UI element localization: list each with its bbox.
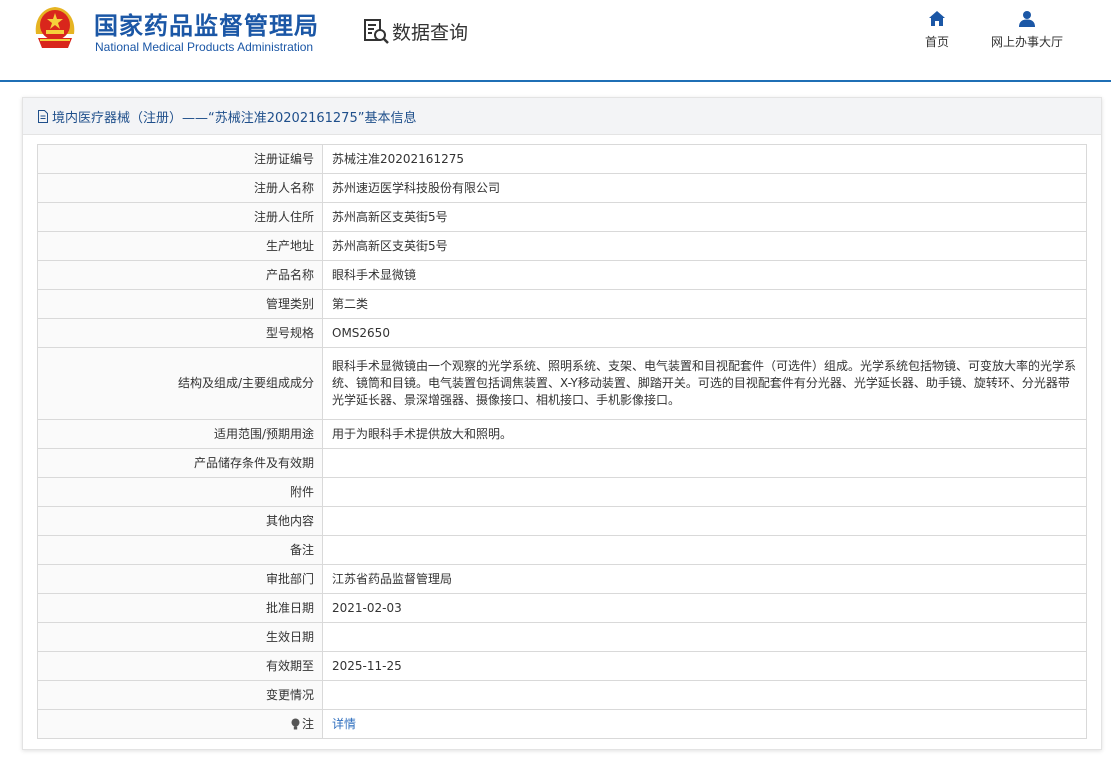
field-value	[322, 622, 1087, 652]
field-label: 批准日期	[37, 593, 323, 623]
field-value: OMS2650	[322, 318, 1087, 348]
site-header: 国家药品监督管理局 National Medical Products Admi…	[0, 0, 1111, 80]
field-label: 注册人住所	[37, 202, 323, 232]
table-row: 注册人名称 苏州速迈医学科技股份有限公司	[37, 173, 1087, 203]
field-label: 生效日期	[37, 622, 323, 652]
field-value	[322, 477, 1087, 507]
national-emblem-icon	[35, 7, 75, 48]
field-label: 变更情况	[37, 680, 323, 710]
field-value: 眼科手术显微镜由一个观察的光学系统、照明系统、支架、电气装置和目视配套件（可选件…	[322, 347, 1087, 420]
home-icon	[929, 11, 945, 26]
field-value	[322, 680, 1087, 710]
table-row: 批准日期 2021-02-03	[37, 593, 1087, 623]
nav-online-hall-label: 网上办事大厅	[990, 35, 1063, 49]
table-row: 生效日期	[37, 622, 1087, 652]
field-value: 2021-02-03	[322, 593, 1087, 623]
table-row: 生产地址 苏州高新区支英街5号	[37, 231, 1087, 261]
note-label-cell: 注	[37, 709, 323, 739]
panel-title: 境内医疗器械（注册）——“苏械注准20202161275”基本信息	[52, 110, 417, 126]
field-label: 结构及组成/主要组成成分	[37, 347, 323, 420]
field-label: 注册人名称	[37, 173, 323, 203]
user-icon	[1019, 11, 1035, 27]
table-row: 注册人住所 苏州高新区支英街5号	[37, 202, 1087, 232]
org-name-en: National Medical Products Administration	[95, 40, 314, 54]
table-row: 产品名称 眼科手术显微镜	[37, 260, 1087, 290]
field-value: 2025-11-25	[322, 651, 1087, 681]
nav-home-label: 首页	[924, 35, 949, 49]
field-label: 审批部门	[37, 564, 323, 594]
field-label: 附件	[37, 477, 323, 507]
field-value	[322, 506, 1087, 536]
field-value: 苏州高新区支英街5号	[322, 202, 1087, 232]
table-row: 审批部门 江苏省药品监督管理局	[37, 564, 1087, 594]
field-label: 备注	[37, 535, 323, 565]
info-table: 注册证编号 苏械注准20202161275 注册人名称 苏州速迈医学科技股份有限…	[37, 144, 1087, 739]
table-row: 管理类别 第二类	[37, 289, 1087, 319]
field-value: 眼科手术显微镜	[322, 260, 1087, 290]
field-label: 其他内容	[37, 506, 323, 536]
table-row: 备注	[37, 535, 1087, 565]
field-value: 苏械注准20202161275	[322, 144, 1087, 174]
field-value: 第二类	[322, 289, 1087, 319]
field-value	[322, 535, 1087, 565]
nav-online-hall[interactable]: 网上办事大厅	[982, 10, 1072, 50]
field-label: 注	[301, 716, 314, 731]
header-divider	[0, 80, 1111, 82]
table-row: 附件	[37, 477, 1087, 507]
org-name-cn: 国家药品监督管理局	[94, 12, 319, 40]
table-row: 注册证编号 苏械注准20202161275	[37, 144, 1087, 174]
nav-home[interactable]: 首页	[917, 10, 957, 50]
field-value	[322, 448, 1087, 478]
field-label: 生产地址	[37, 231, 323, 261]
table-row: 结构及组成/主要组成成分 眼科手术显微镜由一个观察的光学系统、照明系统、支架、电…	[37, 347, 1087, 420]
table-row: 产品储存条件及有效期	[37, 448, 1087, 478]
table-row: 适用范围/预期用途 用于为眼科手术提供放大和照明。	[37, 419, 1087, 449]
field-value: 苏州高新区支英街5号	[322, 231, 1087, 261]
field-value: 用于为眼科手术提供放大和照明。	[322, 419, 1087, 449]
table-row: 有效期至 2025-11-25	[37, 651, 1087, 681]
info-panel: 境内医疗器械（注册）——“苏械注准20202161275”基本信息 注册证编号 …	[22, 97, 1102, 750]
table-row: 其他内容	[37, 506, 1087, 536]
data-query-label: 数据查询	[392, 21, 469, 44]
table-row: 变更情况	[37, 680, 1087, 710]
field-label: 有效期至	[37, 651, 323, 681]
field-value: 苏州速迈医学科技股份有限公司	[322, 173, 1087, 203]
field-label: 产品储存条件及有效期	[37, 448, 323, 478]
field-value: 江苏省药品监督管理局	[322, 564, 1087, 594]
field-label: 产品名称	[37, 260, 323, 290]
field-value: 详情	[322, 709, 1087, 739]
field-label: 型号规格	[37, 318, 323, 348]
field-label: 适用范围/预期用途	[37, 419, 323, 449]
document-icon	[38, 109, 48, 123]
field-label: 管理类别	[37, 289, 323, 319]
note-bulb-icon	[291, 718, 300, 729]
document-search-icon	[364, 19, 389, 44]
field-label: 注册证编号	[37, 144, 323, 174]
panel-title-bar: 境内医疗器械（注册）——“苏械注准20202161275”基本信息	[23, 98, 1101, 135]
data-query-title: 数据查询	[362, 16, 468, 46]
table-row: 型号规格 OMS2650	[37, 318, 1087, 348]
details-link[interactable]: 详情	[332, 717, 356, 731]
table-row: 注 详情	[37, 709, 1087, 739]
